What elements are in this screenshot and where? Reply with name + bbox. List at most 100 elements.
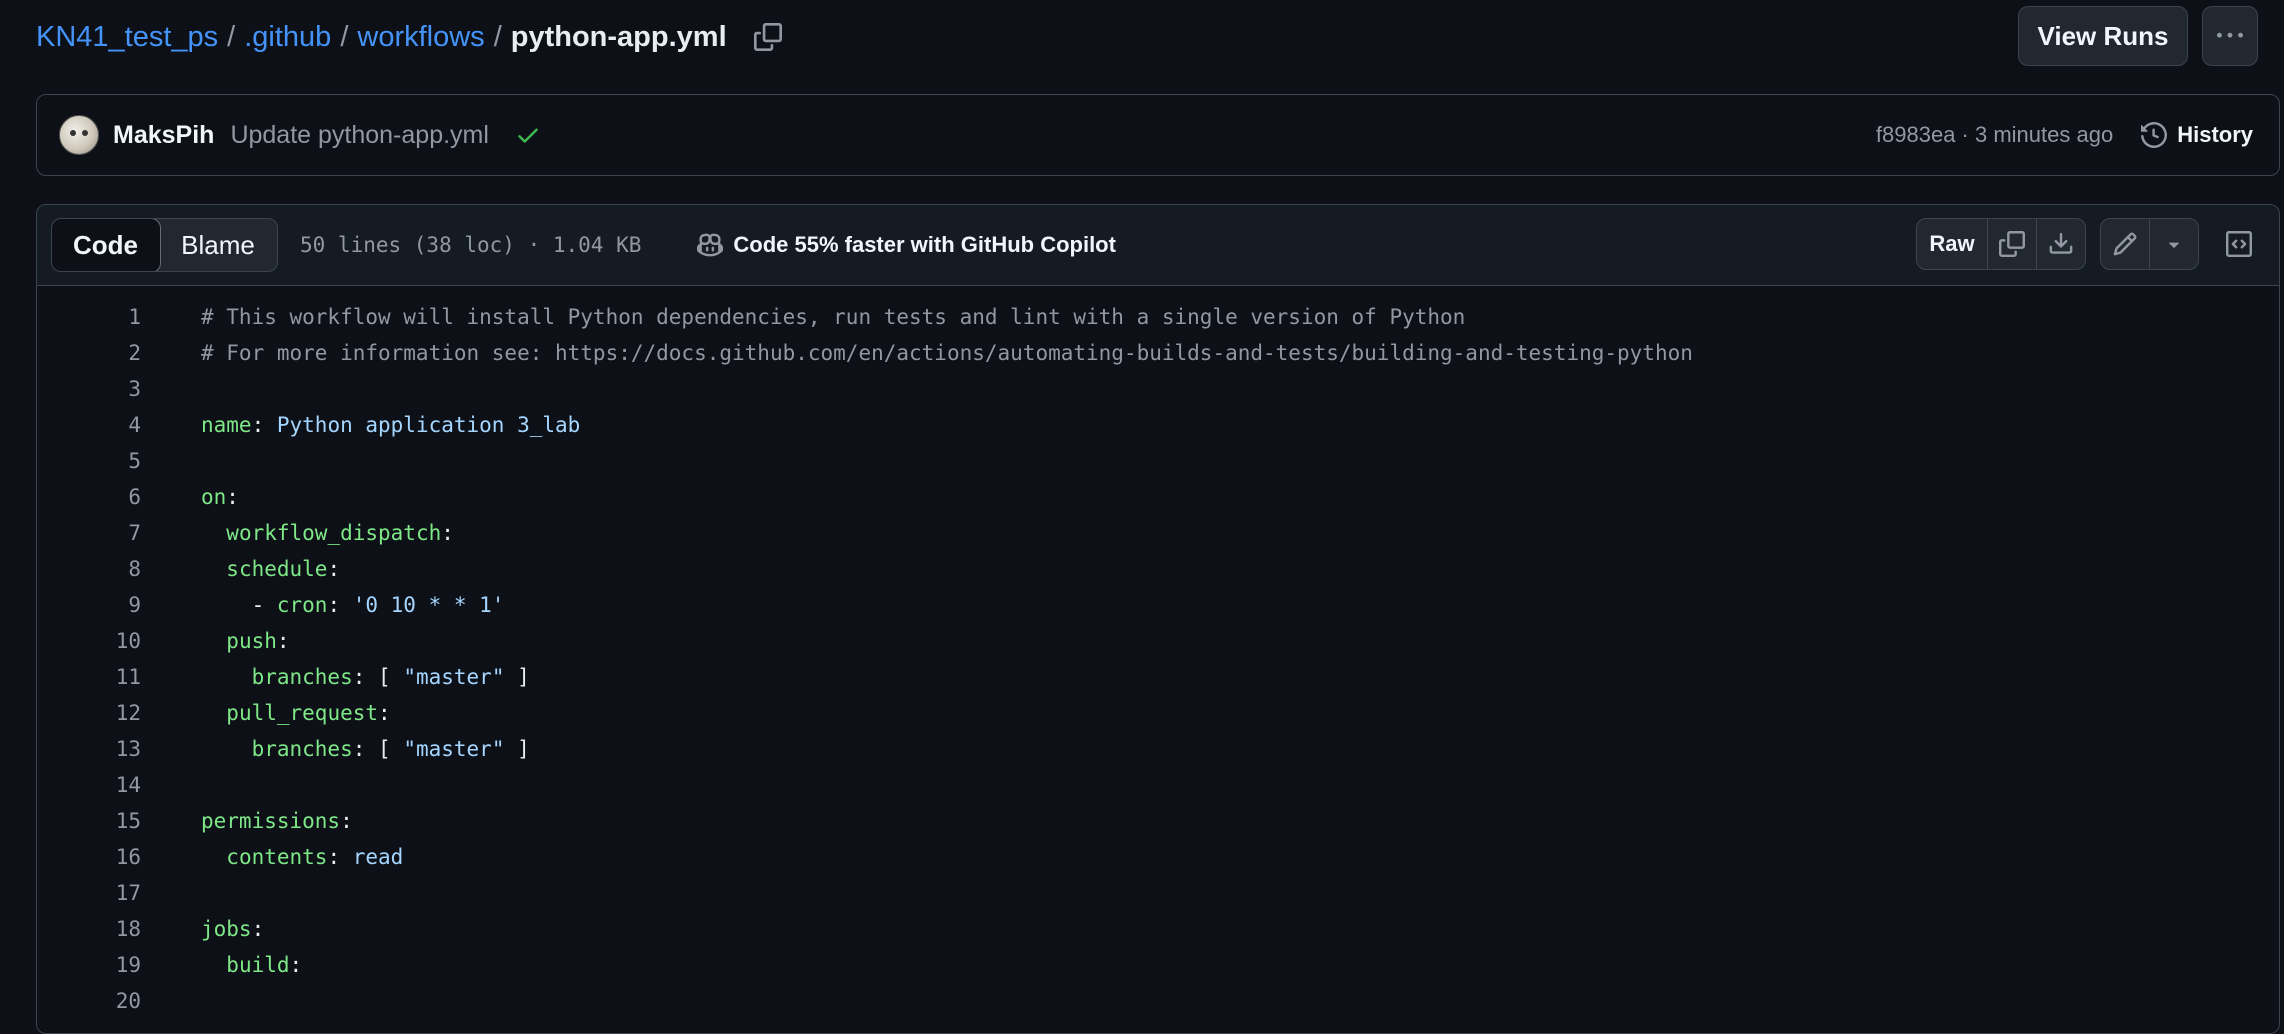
- line-content: build:: [201, 953, 302, 977]
- line-number[interactable]: 4: [37, 413, 141, 437]
- line-number[interactable]: 8: [37, 557, 141, 581]
- code-token-punc: : [: [352, 737, 404, 761]
- code-line: 5: [37, 443, 2279, 479]
- code-token-punc: [201, 629, 226, 653]
- line-number[interactable]: 6: [37, 485, 141, 509]
- code-token-punc: :: [289, 953, 303, 977]
- line-number[interactable]: 7: [37, 521, 141, 545]
- view-runs-button[interactable]: View Runs: [2018, 6, 2188, 66]
- code-token-key: contents: [226, 845, 328, 869]
- line-content: branches: [ "master" ]: [201, 737, 530, 761]
- line-number[interactable]: 12: [37, 701, 141, 725]
- code-token-key: name: [201, 413, 252, 437]
- code-token-key: push: [226, 629, 277, 653]
- breadcrumb-github-dir-link[interactable]: .github: [244, 21, 331, 54]
- line-number[interactable]: 20: [37, 989, 141, 1013]
- code-token-key: branches: [251, 737, 353, 761]
- kebab-horizontal-icon: [2217, 32, 2243, 38]
- line-content: permissions:: [201, 809, 353, 833]
- line-content: pull_request:: [201, 701, 391, 725]
- code-view: 1 # This workflow will install Python dep…: [37, 286, 2279, 1019]
- line-number[interactable]: 18: [37, 917, 141, 941]
- line-content: # This workflow will install Python depe…: [201, 305, 1465, 329]
- code-token-key: build: [226, 953, 290, 977]
- line-number[interactable]: 2: [37, 341, 141, 365]
- line-number[interactable]: 15: [37, 809, 141, 833]
- line-number[interactable]: 1: [37, 305, 141, 329]
- code-line: 8 schedule:: [37, 551, 2279, 587]
- code-token-comment: # For more information see: https://docs…: [201, 341, 1693, 365]
- commit-hash-time[interactable]: f8983ea · 3 minutes ago: [1876, 122, 2113, 148]
- code-token-punc: [201, 737, 252, 761]
- breadcrumb-separator: /: [493, 20, 502, 53]
- edit-options-dropdown[interactable]: [2149, 219, 2198, 269]
- code-line: 6 on:: [37, 479, 2279, 515]
- code-line: 12 pull_request:: [37, 695, 2279, 731]
- file-actions: Raw: [1916, 218, 2265, 270]
- copy-icon: [1999, 231, 2025, 257]
- code-token-key: branches: [251, 665, 353, 689]
- code-token-punc: : [: [352, 665, 404, 689]
- code-token-punc: [201, 845, 226, 869]
- code-line: 17: [37, 875, 2279, 911]
- code-token-punc: :: [441, 521, 454, 545]
- code-line: 10 push:: [37, 623, 2279, 659]
- copy-path-icon[interactable]: [753, 22, 783, 52]
- code-token-punc: [201, 521, 226, 545]
- code-token-punc: :: [251, 413, 277, 437]
- code-token-punc: :: [327, 593, 353, 617]
- line-content: # For more information see: https://docs…: [201, 341, 1693, 365]
- code-line: 18 jobs:: [37, 911, 2279, 947]
- copilot-promo-label: Code 55% faster with GitHub Copilot: [733, 232, 1116, 257]
- code-line: 15 permissions:: [37, 803, 2279, 839]
- tab-blame[interactable]: Blame: [159, 219, 277, 271]
- tab-code[interactable]: Code: [52, 219, 161, 271]
- code-line: 14: [37, 767, 2279, 803]
- line-number[interactable]: 9: [37, 593, 141, 617]
- edit-file-button[interactable]: [2101, 219, 2149, 269]
- breadcrumb-workflows-dir-link[interactable]: workflows: [357, 21, 484, 54]
- commit-author[interactable]: MaksPih: [113, 121, 214, 150]
- line-content: workflow_dispatch:: [201, 521, 454, 545]
- code-token-punc: [201, 953, 226, 977]
- line-number[interactable]: 17: [37, 881, 141, 905]
- code-line: 3: [37, 371, 2279, 407]
- line-number[interactable]: 3: [37, 377, 141, 401]
- page-actions: View Runs: [2018, 6, 2258, 66]
- view-toggle: Code Blame: [51, 218, 278, 272]
- code-token-str: "master": [403, 737, 505, 761]
- check-icon[interactable]: [515, 122, 541, 148]
- code-token-punc: :: [378, 701, 391, 725]
- file-header: Code Blame 50 lines (38 loc) · 1.04 KB C…: [37, 205, 2279, 286]
- code-line: 1 # This workflow will install Python dep…: [37, 299, 2279, 335]
- copilot-icon: [697, 233, 724, 257]
- code-token-str: "master": [403, 665, 505, 689]
- line-content: schedule:: [201, 557, 340, 581]
- line-number[interactable]: 19: [37, 953, 141, 977]
- history-icon: [2141, 122, 2168, 148]
- copy-raw-button[interactable]: [1987, 219, 2036, 269]
- line-number[interactable]: 10: [37, 629, 141, 653]
- code-token-key: jobs: [201, 917, 252, 941]
- breadcrumb-repo-link[interactable]: KN41_test_ps: [36, 21, 218, 54]
- avatar[interactable]: [59, 115, 99, 155]
- code-token-punc: :: [327, 845, 353, 869]
- code-token-punc: [201, 701, 226, 725]
- line-number[interactable]: 16: [37, 845, 141, 869]
- commit-message[interactable]: Update python-app.yml: [230, 121, 488, 150]
- line-content: - cron: '0 10 * * 1': [201, 593, 505, 617]
- line-number[interactable]: 5: [37, 449, 141, 473]
- download-raw-button[interactable]: [2036, 219, 2085, 269]
- code-token-punc: -: [201, 593, 277, 617]
- line-number[interactable]: 11: [37, 665, 141, 689]
- symbols-panel-button[interactable]: [2213, 218, 2265, 270]
- copilot-promo-link[interactable]: Code 55% faster with GitHub Copilot: [697, 232, 1116, 258]
- line-number[interactable]: 14: [37, 773, 141, 797]
- history-button[interactable]: History: [2141, 122, 2253, 148]
- more-options-button[interactable]: [2202, 6, 2258, 66]
- raw-button[interactable]: Raw: [1917, 219, 1987, 269]
- code-token-comment: # This workflow will install Python depe…: [201, 305, 1466, 329]
- triangle-down-icon: [2168, 242, 2180, 248]
- edit-group: [2100, 218, 2199, 270]
- line-number[interactable]: 13: [37, 737, 141, 761]
